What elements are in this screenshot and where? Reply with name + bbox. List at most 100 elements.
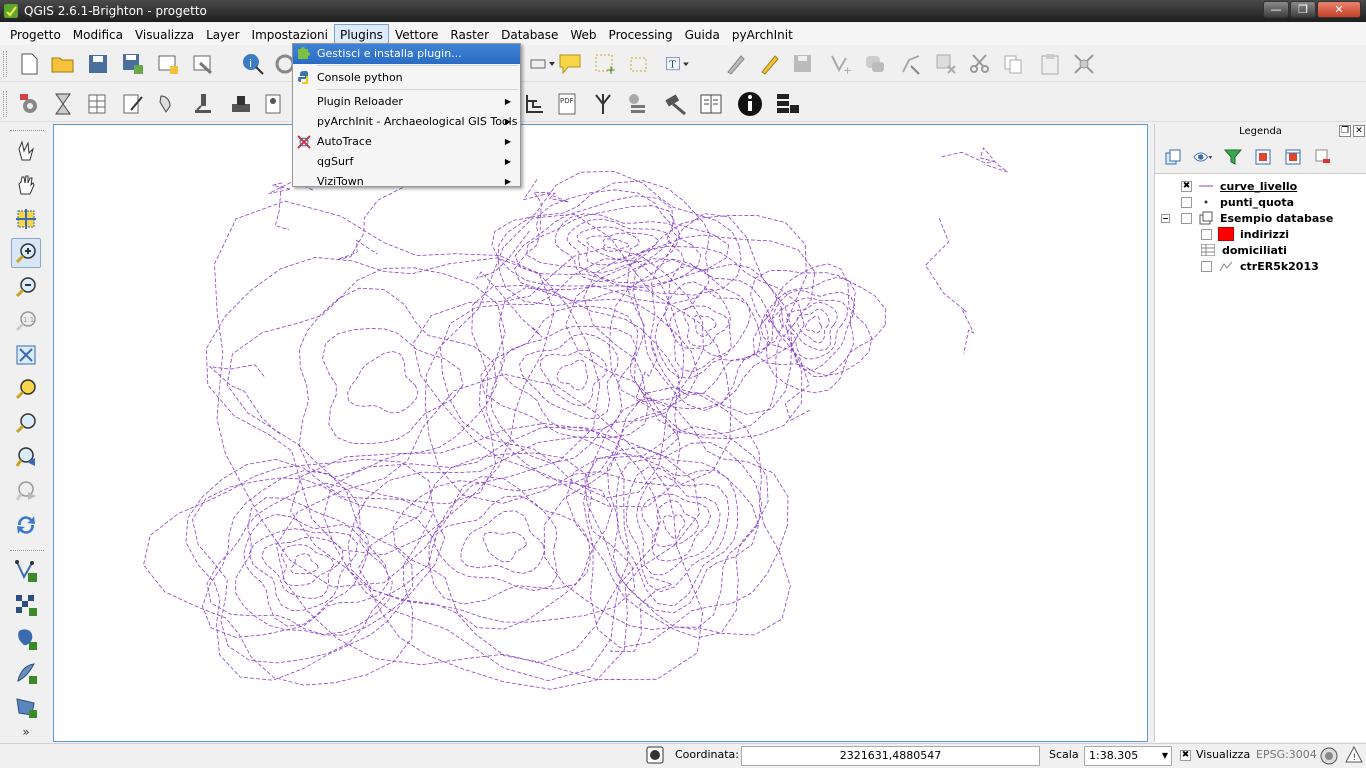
layer-checkbox[interactable] [1181,196,1192,208]
touch-zoom-icon[interactable] [11,136,41,166]
copy-features-icon[interactable] [1000,51,1026,77]
pan-map-icon[interactable] [11,170,41,200]
group-row-esempio-database[interactable]: − Esempio database [1155,210,1366,226]
layer-checkbox[interactable] [1201,228,1212,240]
book-icon[interactable] [698,91,724,117]
expand-all-icon[interactable] [1253,147,1273,167]
menu-pyarchinit[interactable]: pyArchInit [726,24,799,44]
menu-item-qgsurf[interactable]: qgSurf ▶ [293,152,520,172]
layers-stack-icon[interactable] [624,91,650,117]
group-expander-icon[interactable]: − [1161,213,1170,223]
menu-raster[interactable]: Raster [444,24,495,44]
layer-row-ctrer5k2013[interactable]: ctrER5k2013 [1155,258,1366,274]
pdf-export-icon[interactable]: PDF [555,91,581,117]
zoom-to-layer-icon[interactable] [11,408,41,438]
menu-plugins[interactable]: Plugins [333,24,389,44]
minimize-button[interactable]: — [1263,1,1289,18]
crs-status-icon[interactable] [1319,746,1339,768]
menu-item-manage-plugins[interactable]: Gestisci e installa plugin... [293,44,520,64]
menu-processing[interactable]: Processing [603,24,679,44]
add-postgis-layer-icon[interactable] [11,624,41,654]
zoom-last-icon[interactable] [11,442,41,472]
save-layer-edits-icon[interactable] [790,51,816,77]
zoom-next-icon[interactable] [11,476,41,506]
pan-to-selection-icon[interactable] [11,204,41,234]
info-icon[interactable] [737,91,763,117]
zoom-full-icon[interactable] [11,340,41,370]
map-canvas[interactable] [53,124,1148,742]
new-print-composer-icon[interactable] [155,51,181,77]
layer-row-punti-quota[interactable]: punti_quota [1155,194,1366,210]
menu-item-vizitown[interactable]: ViziTown ▶ [293,172,520,192]
menu-database[interactable]: Database [495,24,564,44]
menu-item-plugin-reloader[interactable]: Plugin Reloader ▶ [293,92,520,112]
node-tool-icon[interactable] [898,51,924,77]
show-bookmarks-icon[interactable] [626,51,652,77]
render-checkbox[interactable]: ✖ [1180,750,1191,761]
collapse-all-icon[interactable] [1283,147,1303,167]
zoom-to-selection-icon[interactable] [11,374,41,404]
refresh-icon[interactable] [11,510,41,540]
brush-tool-icon[interactable] [155,91,181,117]
edit-form-icon[interactable] [120,91,146,117]
legend-close-button[interactable]: ✕ [1353,125,1365,137]
menu-vettore[interactable]: Vettore [389,24,444,44]
warning-icon[interactable]: ! [1345,745,1363,767]
remove-layer-icon[interactable] [1313,147,1333,167]
cut-features-icon[interactable] [967,51,993,77]
digitizing-tools-icon[interactable] [1071,51,1097,77]
layer-row-indirizzi[interactable]: indirizzi [1155,226,1366,242]
save-project-icon[interactable] [85,51,111,77]
microscope-icon[interactable] [190,91,216,117]
settings-gear-icon[interactable] [16,91,42,117]
save-as-icon[interactable] [120,51,146,77]
menu-item-autotrace[interactable]: AutoTrace ▶ [293,132,520,152]
crs-label[interactable]: EPSG:3004 [1256,748,1317,761]
visibility-eye-icon[interactable] [1193,147,1213,167]
hammer-tool-icon[interactable] [663,91,689,117]
menu-layer[interactable]: Layer [200,24,245,44]
add-vector-layer-icon[interactable] [11,556,41,586]
measure-dropdown-icon[interactable] [530,51,556,77]
move-feature-icon[interactable] [862,51,888,77]
delete-selected-icon[interactable] [933,51,959,77]
table-tool-icon[interactable] [85,91,111,117]
database-stack-icon[interactable] [775,91,801,117]
stamp-tool-icon[interactable] [228,91,254,117]
legend-float-button[interactable]: ❐ [1339,125,1351,137]
toggle-editing-icon[interactable] [722,51,748,77]
menu-web[interactable]: Web [564,24,602,44]
identify-features-icon[interactable]: i [240,51,266,77]
edit-pencil-icon[interactable] [756,51,782,77]
layer-checkbox[interactable] [1201,260,1212,272]
map-tips-icon[interactable] [557,51,583,77]
add-feature-icon[interactable]: + [828,51,854,77]
menu-impostazioni[interactable]: Impostazioni [246,24,334,44]
coordinate-field[interactable]: 2321631,4880547 [741,746,1040,766]
paste-features-icon[interactable] [1037,51,1063,77]
menu-item-pyarchinit[interactable]: pyArchInit - Archaeological GIS Tools ▶ [293,112,520,132]
new-project-icon[interactable] [16,51,42,77]
messages-icon[interactable] [646,746,664,767]
zoom-out-icon[interactable] [11,272,41,302]
maximize-button[interactable]: ❐ [1290,1,1316,18]
add-group-icon[interactable] [1163,147,1183,167]
more-tools-chevron-icon[interactable]: » [11,722,41,742]
layer-row-curve-livello[interactable]: ✖ curve_livello [1155,178,1366,194]
composer-manager-icon[interactable] [190,51,216,77]
new-bookmark-icon[interactable]: + [592,51,618,77]
text-annotation-icon[interactable]: T [665,51,691,77]
close-button[interactable]: ✕ [1317,1,1361,18]
menu-guida[interactable]: Guida [679,24,726,44]
time-manager-icon[interactable] [50,91,76,117]
menu-item-python-console[interactable]: Console python [293,68,520,88]
add-raster-layer-icon[interactable] [11,590,41,620]
scale-combobox[interactable]: 1:38.305 ▼ [1084,746,1172,766]
menu-progetto[interactable]: Progetto [4,24,67,44]
layer-checkbox[interactable] [1181,212,1192,224]
layer-row-domiciliati[interactable]: domiciliati [1155,242,1366,258]
fork-tool-icon[interactable] [590,91,616,117]
toolbar-grip[interactable] [3,51,7,77]
zoom-in-icon[interactable] [11,238,41,268]
person-form-icon[interactable] [262,91,288,117]
